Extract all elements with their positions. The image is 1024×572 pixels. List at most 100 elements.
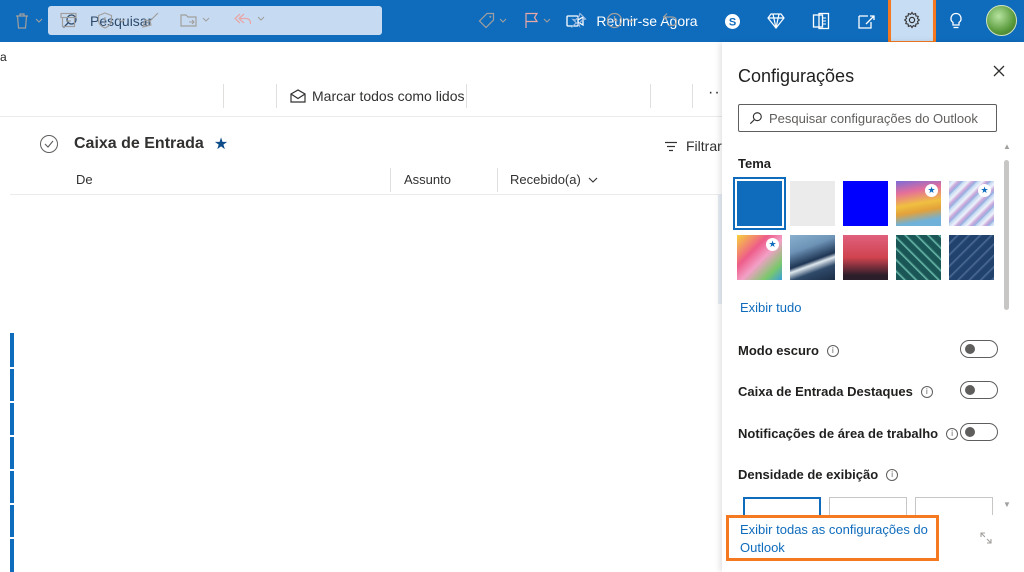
chevron-down-icon <box>499 18 507 23</box>
report-button[interactable] <box>97 12 127 29</box>
archive-icon <box>60 12 77 28</box>
pin-button[interactable] <box>570 12 587 29</box>
theme-rainbow-swatch[interactable]: ★ <box>896 181 941 226</box>
show-all-themes-link[interactable]: Exibir tudo <box>740 300 801 315</box>
info-icon[interactable]: i <box>946 427 959 440</box>
svg-text:S: S <box>728 16 735 28</box>
reply-button[interactable] <box>234 12 266 26</box>
scroll-down-arrow-icon[interactable]: ▼ <box>1003 500 1011 509</box>
folder-pane-edge <box>0 42 10 572</box>
theme-blue-swatch[interactable] <box>733 177 786 230</box>
skype-icon: S <box>724 13 740 29</box>
settings-panel: Configurações Pesquisar configurações do… <box>722 42 1024 572</box>
info-icon[interactable]: i <box>920 385 933 398</box>
settings-search-input[interactable]: Pesquisar configurações do Outlook <box>738 104 997 132</box>
theme-circuit-swatch[interactable] <box>896 235 941 280</box>
close-button[interactable] <box>992 64 1006 81</box>
scroll-up-arrow-icon[interactable]: ▲ <box>1003 142 1011 151</box>
info-icon[interactable]: i <box>886 468 899 481</box>
view-all-settings-link[interactable]: Exibir todas as configurações do Outlook <box>726 515 939 561</box>
chevron-down-icon <box>257 16 265 21</box>
gear-icon <box>903 11 921 29</box>
select-all-checkbox[interactable] <box>40 135 58 153</box>
trash-icon <box>16 13 28 29</box>
skype-button[interactable]: S <box>716 0 748 42</box>
focused-inbox-toggle[interactable] <box>960 381 998 399</box>
chevron-down-icon <box>543 18 551 23</box>
whats-new-button[interactable] <box>849 0 883 42</box>
message-list <box>10 118 722 572</box>
theme-colorful-swatch[interactable]: ★ <box>737 235 782 280</box>
undo-button[interactable] <box>662 12 678 27</box>
snooze-button[interactable] <box>606 12 636 29</box>
pin-icon <box>571 12 587 28</box>
theme-lines-swatch[interactable]: ★ <box>949 181 994 226</box>
column-header-divider <box>10 194 722 195</box>
dark-mode-option: Modo escuro i <box>738 343 839 358</box>
column-from[interactable]: De <box>76 172 93 187</box>
settings-scrollbar[interactable] <box>1004 160 1009 310</box>
avatar[interactable] <box>986 5 1017 36</box>
mark-all-read-label: Marcar todos como lidos <box>312 88 465 104</box>
chevron-down-icon <box>35 18 43 23</box>
density-option-medium[interactable] <box>829 497 907 515</box>
folder-move-icon <box>180 14 197 27</box>
tips-button[interactable] <box>940 0 972 42</box>
mark-all-read-button[interactable]: Marcar todos como lidos <box>290 84 465 108</box>
theme-gray-swatch[interactable] <box>790 181 835 226</box>
tag-button[interactable] <box>478 12 508 29</box>
focused-inbox-label: Caixa de Entrada Destaques <box>738 384 913 399</box>
desktop-notifications-toggle[interactable] <box>960 423 998 441</box>
office-apps-button[interactable] <box>805 0 837 42</box>
column-received-label: Recebido(a) <box>510 172 581 187</box>
density-option-compact[interactable] <box>915 497 993 515</box>
archive-button[interactable] <box>60 12 77 28</box>
favorite-star-icon[interactable]: ★ <box>214 134 228 154</box>
chevron-down-icon <box>588 177 598 183</box>
toolbar-divider <box>466 84 467 108</box>
focused-inbox-option: Caixa de Entrada Destaques i <box>738 384 933 399</box>
column-divider <box>497 168 498 192</box>
settings-search-placeholder: Pesquisar configurações do Outlook <box>769 110 978 126</box>
flag-button[interactable] <box>524 12 552 29</box>
shield-icon <box>97 12 113 29</box>
search-icon <box>749 112 762 125</box>
sweep-button[interactable] <box>142 12 160 29</box>
chevron-down-icon <box>118 18 126 23</box>
tag-icon <box>478 12 495 29</box>
column-divider <box>390 168 391 192</box>
theme-bright-blue-swatch[interactable] <box>843 181 888 226</box>
filter-icon <box>665 141 677 151</box>
delete-button[interactable] <box>14 12 44 30</box>
chevron-down-icon <box>627 18 635 23</box>
theme-wave-swatch[interactable] <box>790 235 835 280</box>
display-density-option: Densidade de exibição i <box>738 467 899 482</box>
undo-icon <box>662 13 678 27</box>
settings-title: Configurações <box>738 66 855 86</box>
folder-header: Caixa de Entrada ★ <box>40 134 228 154</box>
filter-button[interactable]: Filtrar <box>664 138 722 154</box>
whats-new-icon <box>857 14 875 29</box>
theme-sunset-swatch[interactable] <box>843 235 888 280</box>
dark-mode-label: Modo escuro <box>738 343 819 358</box>
premium-star-icon: ★ <box>978 184 991 197</box>
density-option-full[interactable] <box>743 497 821 515</box>
info-icon[interactable]: i <box>826 344 839 357</box>
theme-innovation-swatch[interactable] <box>949 235 994 280</box>
popout-icon <box>980 531 992 547</box>
column-subject[interactable]: Assunto <box>404 172 451 187</box>
move-to-button[interactable] <box>180 12 211 28</box>
reply-all-icon <box>234 13 252 25</box>
display-density-label: Densidade de exibição <box>738 467 879 482</box>
dark-mode-toggle[interactable] <box>960 340 998 358</box>
column-received[interactable]: Recebido(a) <box>510 172 599 187</box>
office-icon <box>812 12 830 30</box>
desktop-notifications-label: Notificações de área de trabalho <box>738 426 939 441</box>
settings-button[interactable] <box>888 0 936 44</box>
toolbar-divider <box>276 84 277 108</box>
theme-label: Tema <box>738 156 771 171</box>
broom-icon <box>142 12 159 28</box>
checkmark-icon <box>44 140 54 148</box>
premium-button[interactable] <box>760 0 792 42</box>
premium-star-icon: ★ <box>925 184 938 197</box>
